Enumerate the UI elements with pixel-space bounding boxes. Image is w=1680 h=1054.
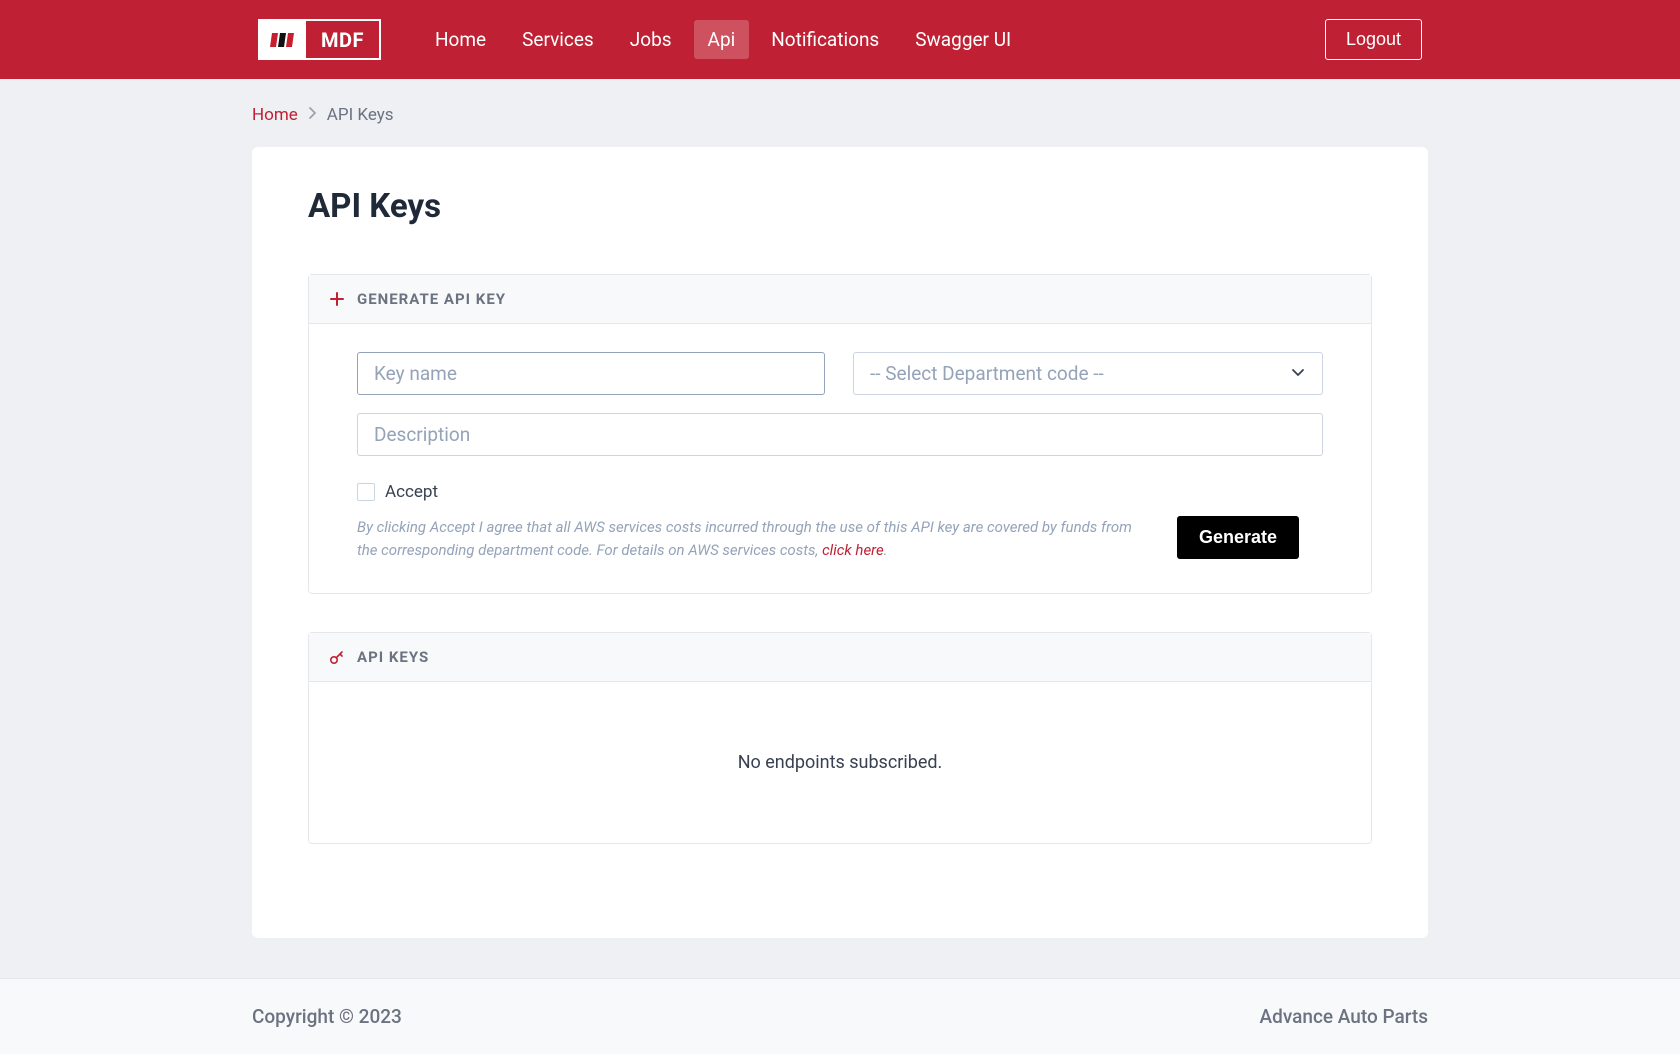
generate-api-key-panel: GENERATE API KEY -- Select Department co… <box>308 274 1372 594</box>
terms-text: By clicking Accept I agree that all AWS … <box>357 516 1137 561</box>
footer: Copyright © 2023 Advance Auto Parts <box>0 978 1680 1054</box>
generate-panel-header: GENERATE API KEY <box>309 275 1371 324</box>
terms-prefix: By clicking Accept I agree that all AWS … <box>357 518 1132 559</box>
description-input[interactable] <box>357 413 1323 456</box>
nav-swagger-ui[interactable]: Swagger UI <box>901 20 1025 59</box>
accept-row: Accept <box>357 482 1323 502</box>
nav-jobs[interactable]: Jobs <box>616 20 686 59</box>
nav-home[interactable]: Home <box>421 20 500 59</box>
content-card: API Keys GENERATE API KEY -- Select Depa… <box>252 147 1428 938</box>
terms-suffix: . <box>884 541 888 559</box>
main-container: Home API Keys API Keys GENERATE API KEY … <box>252 79 1428 978</box>
accept-label: Accept <box>385 482 438 502</box>
nav-api[interactable]: Api <box>694 20 750 59</box>
page-title: API Keys <box>308 187 1372 226</box>
breadcrumb-home-link[interactable]: Home <box>252 105 298 125</box>
keys-panel-title: API KEYS <box>357 648 429 666</box>
generate-panel-body: -- Select Department code -- Accept <box>309 324 1371 593</box>
key-icon <box>329 649 345 665</box>
app-header: MDF Home Services Jobs Api Notifications… <box>0 0 1680 79</box>
chevron-right-icon <box>308 106 317 124</box>
generate-panel-title: GENERATE API KEY <box>357 290 506 308</box>
terms-row: By clicking Accept I agree that all AWS … <box>357 516 1323 561</box>
footer-copyright: Copyright © 2023 <box>252 1005 402 1028</box>
footer-company: Advance Auto Parts <box>1260 1005 1428 1028</box>
terms-link[interactable]: click here <box>822 541 884 559</box>
breadcrumb-current: API Keys <box>327 105 394 125</box>
nav-notifications[interactable]: Notifications <box>757 20 893 59</box>
brand-logo[interactable]: MDF <box>258 19 381 60</box>
logout-button[interactable]: Logout <box>1325 19 1422 60</box>
flag-icon <box>260 21 306 58</box>
empty-state-text: No endpoints subscribed. <box>738 752 943 773</box>
key-name-input[interactable] <box>357 352 825 395</box>
keys-panel-body: No endpoints subscribed. <box>309 682 1371 843</box>
breadcrumb: Home API Keys <box>252 79 1428 147</box>
plus-icon <box>329 291 345 307</box>
accept-checkbox[interactable] <box>357 483 375 501</box>
keys-panel-header: API KEYS <box>309 633 1371 682</box>
generate-button[interactable]: Generate <box>1177 516 1299 559</box>
api-keys-panel: API KEYS No endpoints subscribed. <box>308 632 1372 844</box>
main-nav: Home Services Jobs Api Notifications Swa… <box>421 20 1325 59</box>
department-select[interactable]: -- Select Department code -- <box>853 352 1323 395</box>
department-select-wrap: -- Select Department code -- <box>853 352 1323 395</box>
brand-name: MDF <box>306 21 379 58</box>
nav-services[interactable]: Services <box>508 20 608 59</box>
